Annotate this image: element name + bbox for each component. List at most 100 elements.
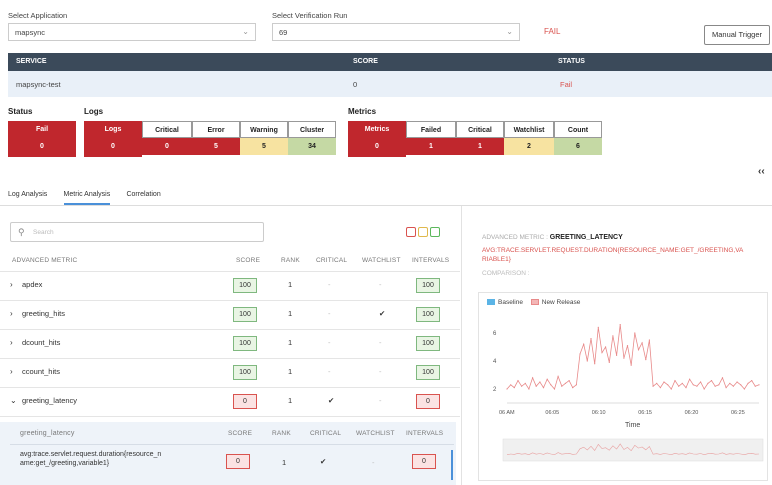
logs-critical-tile: Critical 0 xyxy=(142,121,192,157)
data-point xyxy=(714,385,716,387)
metric-row[interactable]: › apdex 100 1 - - 100 xyxy=(0,272,460,301)
filter-watch-icon[interactable] xyxy=(418,227,428,237)
search-box[interactable]: ⚲ Search xyxy=(10,222,264,242)
metric-row[interactable]: › dcount_hits 100 1 - - 100 xyxy=(0,330,460,359)
data-point xyxy=(648,339,650,341)
metric-score-box: 100 xyxy=(233,365,257,380)
column-header-critical: CRITICAL xyxy=(316,257,348,264)
application-select[interactable]: mapsync ⌄ xyxy=(8,23,256,41)
comparison-label: COMPARISON : xyxy=(482,270,530,277)
legend-baseline-swatch xyxy=(487,299,495,306)
data-point xyxy=(524,382,526,384)
metric-intervals-box: 100 xyxy=(416,307,440,322)
data-point xyxy=(751,380,753,382)
metric-rank: 1 xyxy=(288,367,293,376)
metric-intervals-box: 100 xyxy=(416,278,440,293)
status-section-title: Status xyxy=(8,107,33,116)
column-header-intervals: INTERVALS xyxy=(412,257,450,264)
metric-rank: 1 xyxy=(288,396,293,405)
metric-row[interactable]: › greeting_hits 100 1 - ✔ 100 xyxy=(0,301,460,330)
data-point xyxy=(681,382,683,384)
service-row[interactable]: mapsync-test 0 Fail xyxy=(8,71,772,97)
metrics-count-value: 6 xyxy=(554,138,602,155)
data-point xyxy=(579,353,581,355)
data-point xyxy=(601,352,603,354)
data-point xyxy=(583,343,585,345)
data-point xyxy=(630,364,632,366)
sub-metric-name[interactable]: avg:trace.servlet.request.duration{resou… xyxy=(20,450,161,468)
data-point xyxy=(528,388,530,390)
chevron-right-icon[interactable]: › xyxy=(10,338,13,347)
data-point xyxy=(718,384,720,386)
metric-name: greeting_hits xyxy=(22,309,65,318)
data-point xyxy=(634,332,636,334)
metric-detail-panel: ADVANCED METRIC : GREETING_LATENCY AVG:T… xyxy=(470,206,772,485)
column-header-watchlist: WATCHLIST xyxy=(362,257,401,264)
chevron-right-icon[interactable]: › xyxy=(10,367,13,376)
metric-name: ccount_hits xyxy=(22,367,60,376)
logs-error-label: Error xyxy=(192,121,240,138)
sub-header-name: greeting_latency xyxy=(20,430,75,437)
filter-fail-icon[interactable] xyxy=(406,227,416,237)
x-axis-label: Time xyxy=(625,422,640,429)
metric-watchlist: - xyxy=(379,396,382,405)
data-point xyxy=(616,354,618,356)
status-tile: Fail 0 xyxy=(8,121,76,157)
chevron-down-icon[interactable]: ⌄ xyxy=(10,396,17,405)
x-tick-label: 06 AM xyxy=(499,410,515,416)
manual-trigger-button[interactable]: Manual Trigger xyxy=(704,25,770,45)
status-tile-label: Fail xyxy=(35,126,49,133)
data-point xyxy=(561,385,563,387)
scroll-indicator[interactable] xyxy=(451,450,453,480)
collapse-panel-icon[interactable]: ‹‹ xyxy=(758,166,765,177)
metric-row[interactable]: › ccount_hits 100 1 - - 100 xyxy=(0,359,460,388)
tab-metric-analysis[interactable]: Metric Analysis xyxy=(63,191,111,205)
data-point xyxy=(696,385,698,387)
logs-cluster-label: Cluster xyxy=(288,121,336,138)
advanced-metric-heading: ADVANCED METRIC : GREETING_LATENCY xyxy=(482,234,623,241)
data-point xyxy=(550,384,552,386)
search-icon: ⚲ xyxy=(18,227,25,237)
data-point xyxy=(674,380,676,382)
tab-correlation[interactable]: Correlation xyxy=(126,191,160,198)
sub-header-critical: CRITICAL xyxy=(310,430,342,437)
metric-row[interactable]: ⌄ greeting_latency 0 1 ✔ - 0 xyxy=(0,388,460,417)
y-tick-label: 2 xyxy=(493,387,497,393)
column-header-rank: RANK xyxy=(281,257,300,264)
service-score: 0 xyxy=(353,80,358,89)
metric-intervals-box: 0 xyxy=(416,394,440,409)
latency-chart[interactable]: 2 4 6 06 AM 06:05 06:10 06:15 06:20 06:25 Time xyxy=(479,311,767,481)
chevron-right-icon[interactable]: › xyxy=(10,280,13,289)
metrics-critical-tile: Critical 1 xyxy=(456,121,504,157)
logs-warning-tile: Warning 5 xyxy=(240,121,288,157)
data-point xyxy=(532,377,534,379)
service-status: Fail xyxy=(560,80,573,89)
legend-baseline-label[interactable]: Baseline xyxy=(498,299,523,306)
chevron-right-icon[interactable]: › xyxy=(10,309,13,318)
advanced-metric-label: ADVANCED METRIC : xyxy=(482,234,548,241)
expanded-metric-detail: greeting_latency SCORE RANK CRITICAL WAT… xyxy=(0,422,456,485)
metrics-failed-label: Failed xyxy=(406,121,456,138)
sub-header-watchlist: WATCHLIST xyxy=(356,430,395,437)
data-point xyxy=(670,388,672,390)
y-tick-label: 4 xyxy=(493,359,497,365)
data-point xyxy=(626,345,629,347)
metrics-watchlist-value: 2 xyxy=(504,138,554,155)
metric-critical: - xyxy=(328,309,331,318)
filter-pass-icon[interactable] xyxy=(430,227,440,237)
sub-metric-name-line2: ame:get_/greeting,variable1} xyxy=(20,460,110,467)
tab-log-analysis[interactable]: Log Analysis xyxy=(8,191,47,198)
metric-rank: 1 xyxy=(288,309,293,318)
sub-score-box: 0 xyxy=(226,454,250,469)
logs-cluster-tile: Cluster 34 xyxy=(288,121,336,157)
data-point xyxy=(590,338,592,340)
metric-rank: 1 xyxy=(288,338,293,347)
data-point xyxy=(659,387,661,389)
data-point xyxy=(513,387,515,389)
metric-intervals-box: 100 xyxy=(416,365,440,380)
legend-new-release-label[interactable]: New Release xyxy=(542,299,581,306)
logs-tile-label: Logs xyxy=(104,126,122,133)
metric-critical: - xyxy=(328,367,331,376)
verification-run-select[interactable]: 69 ⌄ xyxy=(272,23,520,41)
data-point xyxy=(667,384,669,386)
